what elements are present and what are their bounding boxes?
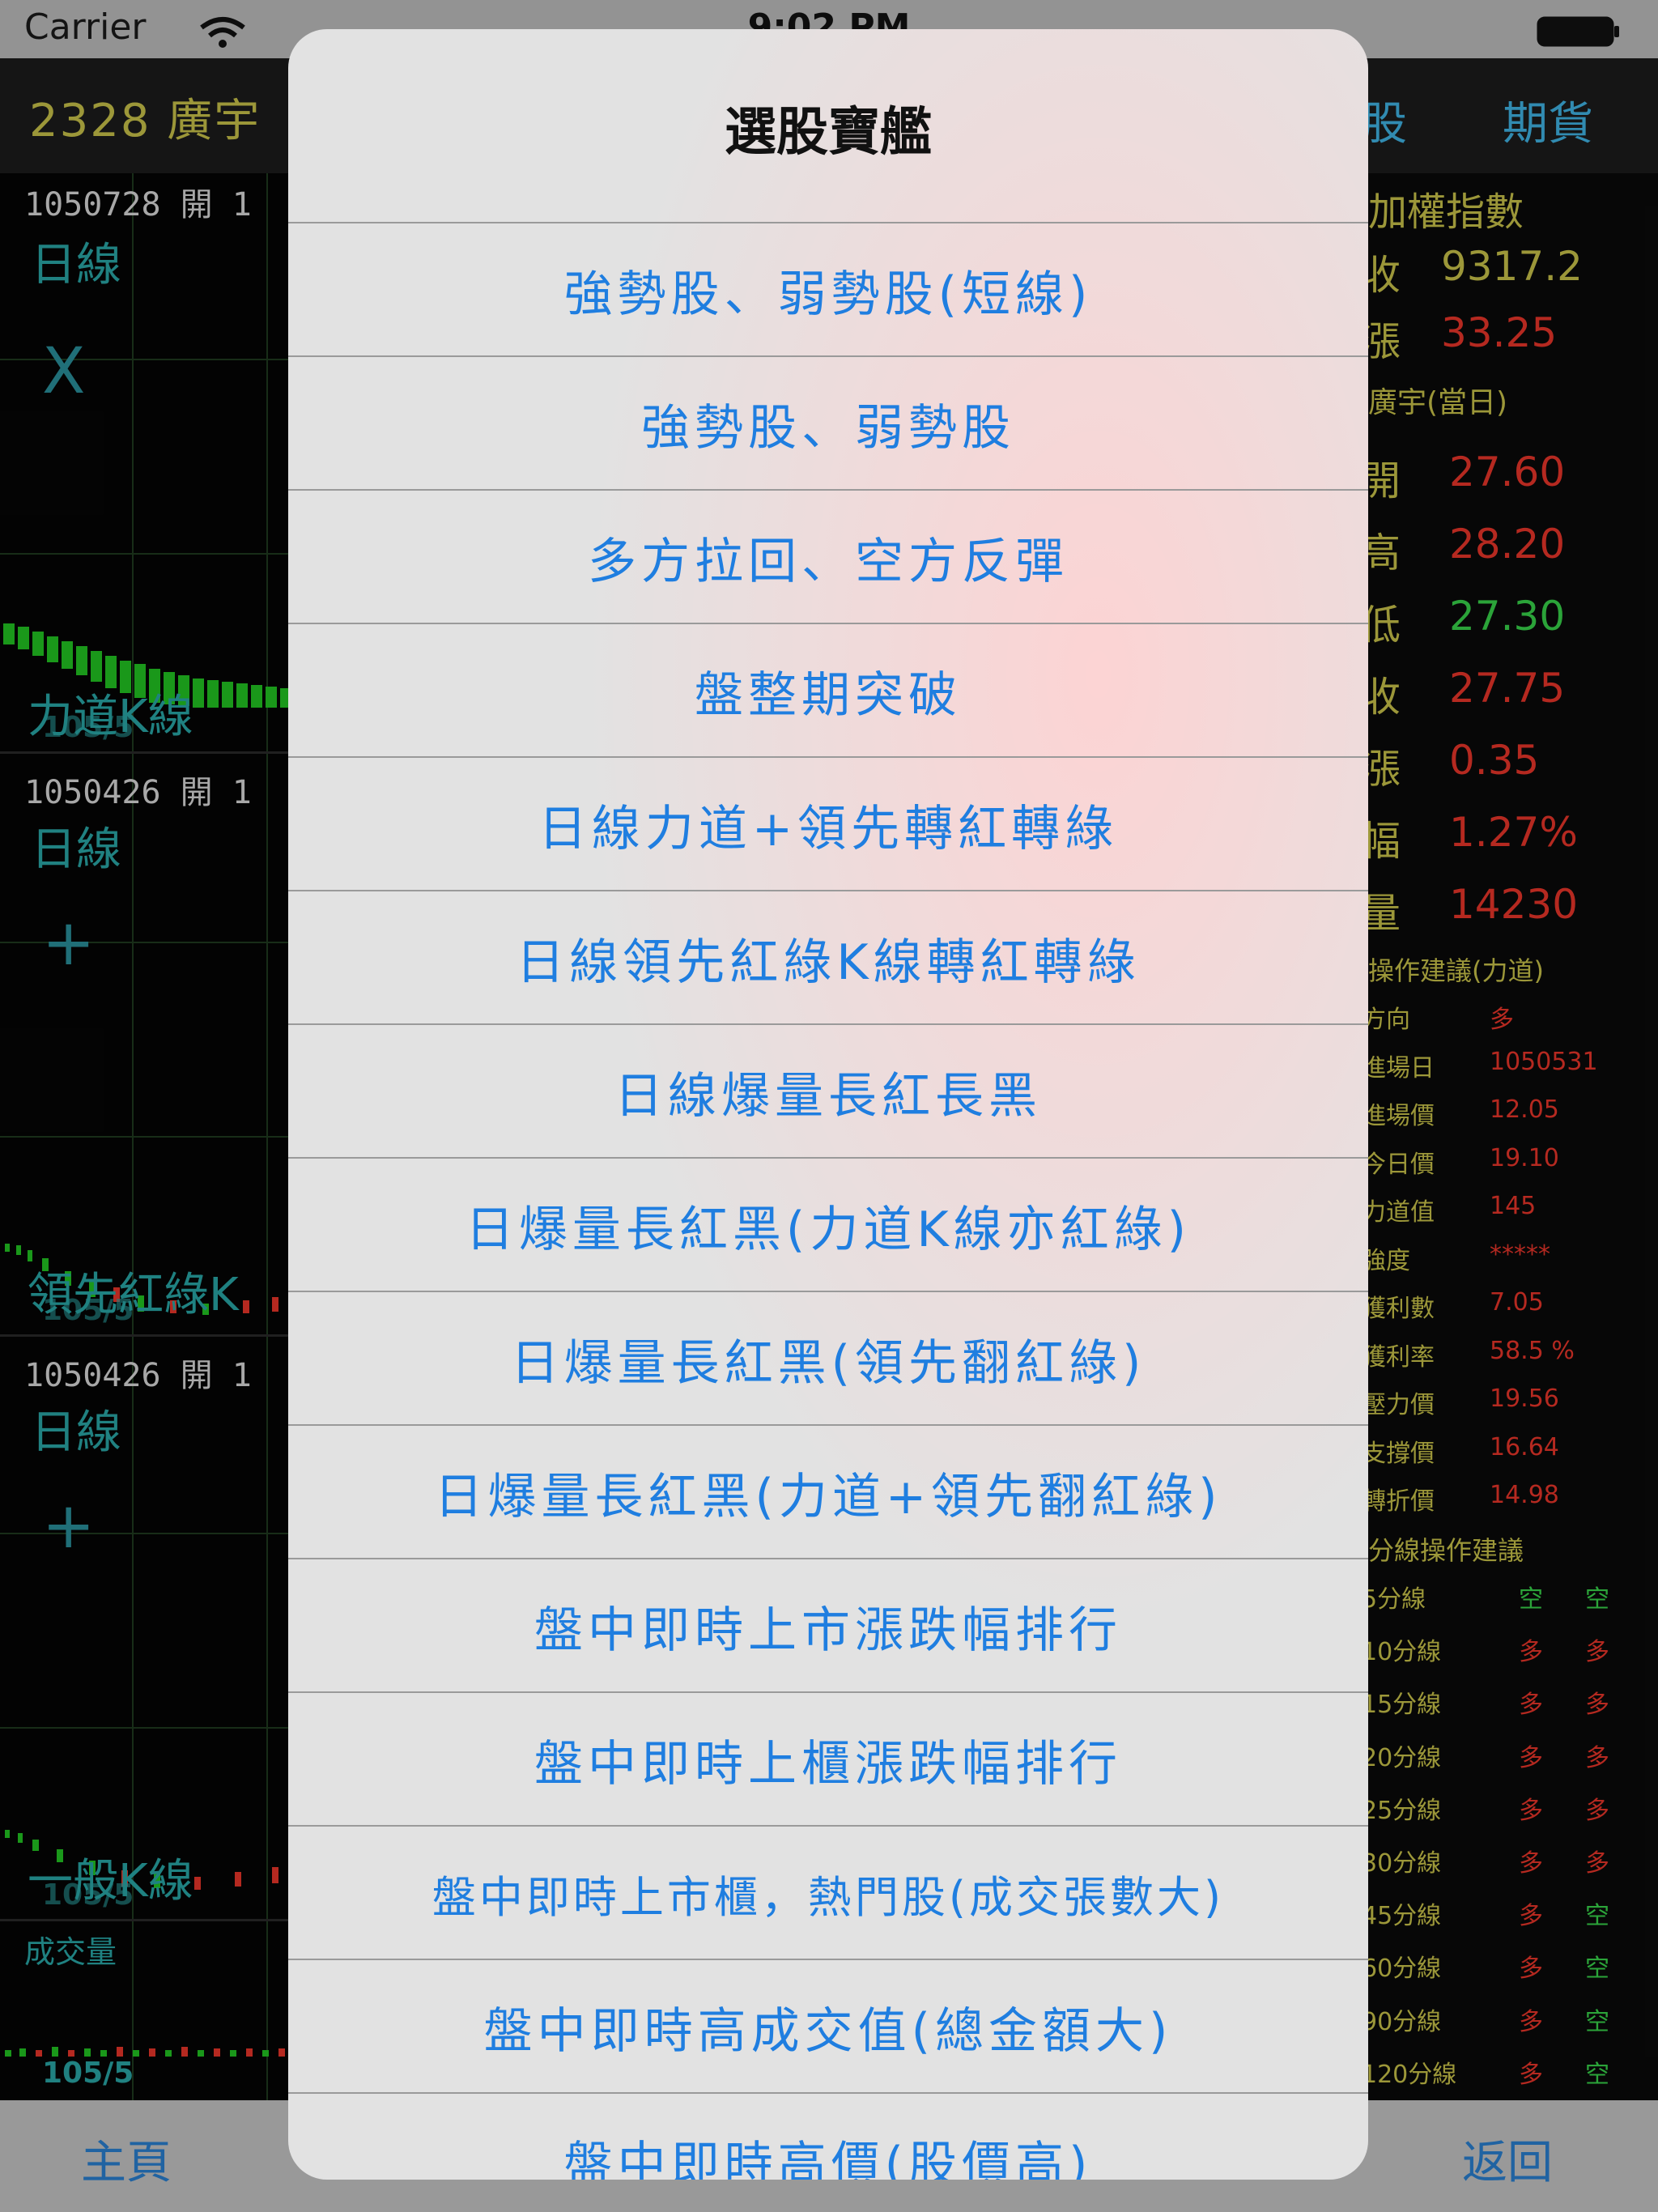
sheet-option[interactable]: 強勢股、弱勢股(短線) — [288, 222, 1368, 357]
sheet-title: 選股寶艦 — [725, 103, 932, 163]
sheet-option[interactable]: 日爆量長紅黑(領先翻紅綠) — [288, 1291, 1368, 1426]
sheet-option[interactable]: 日爆量長紅黑(力道K線亦紅綠) — [288, 1157, 1368, 1292]
sheet-option[interactable]: 日線力道+領先轉紅轉綠 — [288, 756, 1368, 891]
sheet-option[interactable]: 日線領先紅綠K線轉紅轉綠 — [288, 890, 1368, 1025]
stock-screener-sheet: 選股寶艦 強勢股、弱勢股(短線) 強勢股、弱勢股 多方拉回、空方反彈 盤整期突破 日線力… — [288, 29, 1368, 2180]
sheet-option[interactable]: 盤中即時高價(股價高) — [288, 2092, 1368, 2180]
sheet-option[interactable]: 盤中即時上櫃漲跌幅排行 — [288, 1691, 1368, 1827]
sheet-option[interactable]: 盤中即時上市櫃，熱門股(成交張數大) — [288, 1825, 1368, 1960]
sheet-option[interactable]: 日爆量長紅黑(力道+領先翻紅綠) — [288, 1424, 1368, 1559]
sheet-option[interactable]: 多方拉回、空方反彈 — [288, 489, 1368, 624]
sheet-option[interactable]: 盤中即時高成交值(總金額大) — [288, 1959, 1368, 2094]
sheet-option[interactable]: 盤中即時上市漲跌幅排行 — [288, 1558, 1368, 1693]
sheet-option[interactable]: 日線爆量長紅長黑 — [288, 1023, 1368, 1159]
sheet-option[interactable]: 盤整期突破 — [288, 623, 1368, 758]
sheet-option[interactable]: 強勢股、弱勢股 — [288, 355, 1368, 491]
sheet-header: 選股寶艦 — [288, 29, 1368, 222]
